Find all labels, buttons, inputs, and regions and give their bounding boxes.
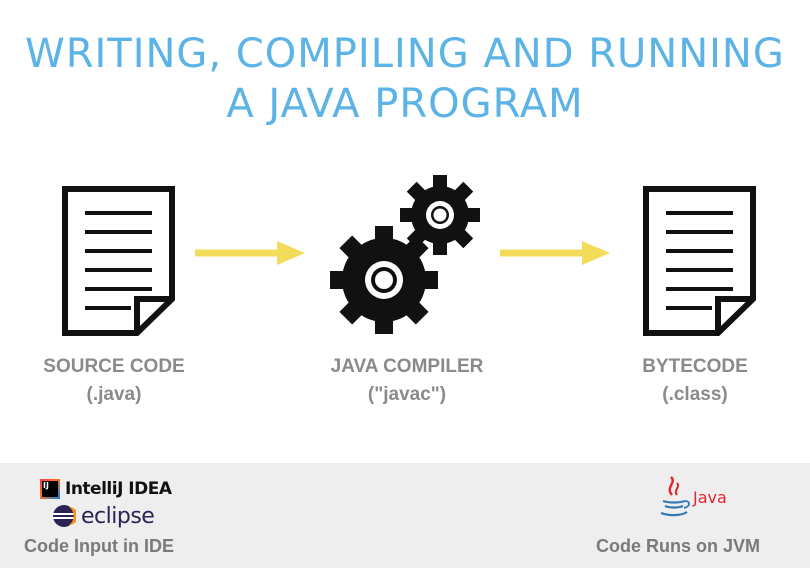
source-code-ext: (.java) (86, 384, 142, 405)
java-compiler-name: JAVA COMPILER (330, 356, 484, 377)
java-wordmark: Java (693, 488, 727, 507)
compiler-gears-icon (330, 175, 480, 334)
bytecode-document-icon (643, 186, 756, 336)
jvm-caption: Code Runs on JVM (596, 536, 761, 556)
intellij-badge-text: IJ (42, 481, 58, 497)
source-code-name: SOURCE CODE (43, 356, 185, 377)
bytecode-ext: (.class) (662, 384, 728, 405)
bytecode-label: BYTECODE (.class) (585, 353, 805, 409)
intellij-logo: IJ IntelliJ IDEA (40, 478, 172, 500)
ide-caption: Code Input in IDE (24, 536, 174, 556)
java-compiler-label: JAVA COMPILER ("javac") (297, 353, 517, 409)
java-cup-icon (660, 476, 690, 517)
arrow-to-bytecode (500, 241, 610, 265)
footer-bar: IJ IntelliJ IDEA eclipse Code Input in I… (0, 463, 810, 568)
java-compiler-detail: ("javac") (367, 384, 447, 405)
title-line-2: A JAVA PROGRAM (226, 81, 584, 127)
java-logo: Java (657, 475, 727, 521)
title-line-1: WRITING, COMPILING AND RUNNING (25, 31, 785, 77)
source-code-document-icon (62, 186, 175, 336)
intellij-wordmark: IntelliJ IDEA (65, 479, 172, 499)
source-code-label: SOURCE CODE (.java) (4, 353, 224, 409)
arrow-to-compiler (195, 241, 305, 265)
eclipse-sphere-icon (52, 505, 76, 527)
bytecode-name: BYTECODE (642, 356, 748, 377)
eclipse-logo: eclipse (52, 503, 155, 529)
eclipse-wordmark: eclipse (81, 503, 155, 529)
intellij-badge-icon: IJ (40, 479, 60, 499)
